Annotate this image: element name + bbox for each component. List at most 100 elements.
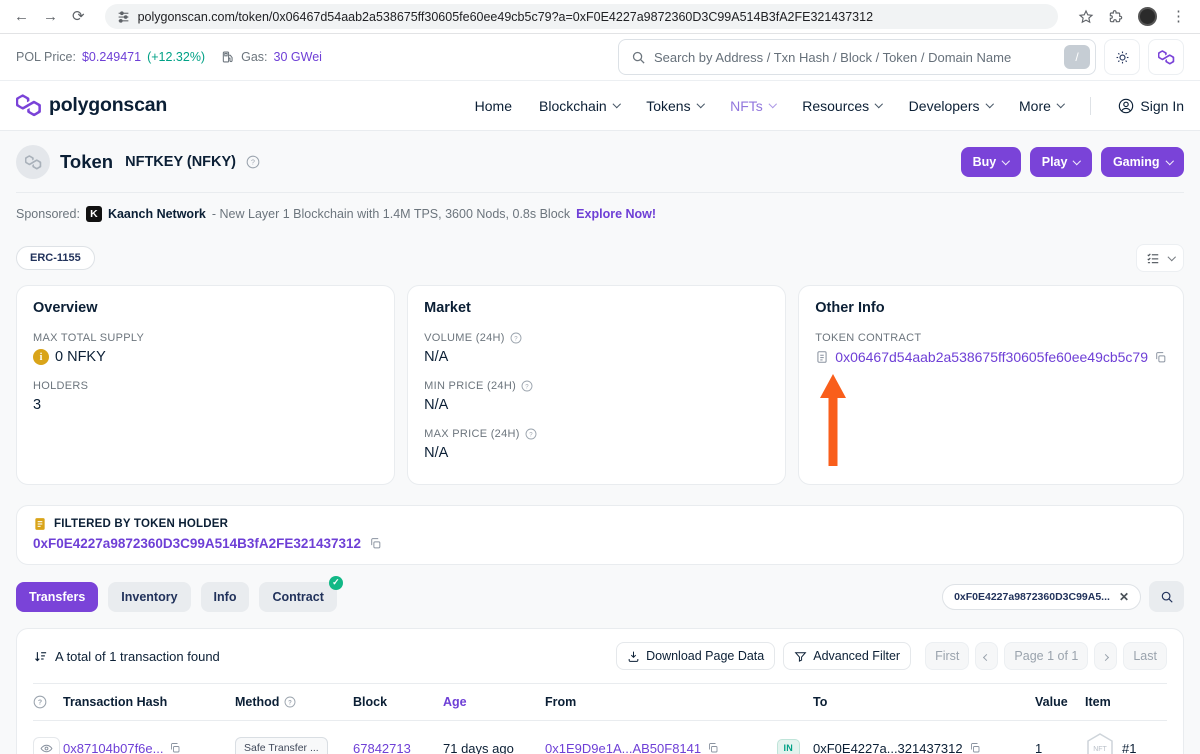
pagination-last[interactable]: Last [1123, 642, 1167, 670]
holder-filter-chip-text: 0xF0E4227a9872360D3C99A5... [954, 591, 1110, 603]
holders-label: HOLDERS [33, 380, 378, 392]
col-value: Value [1035, 695, 1085, 709]
age-value: 71 days ago [443, 741, 545, 754]
polygon-logo-icon [16, 94, 42, 117]
browser-menu-icon[interactable]: ⋮ [1171, 9, 1186, 24]
tab-contract[interactable]: Contract ✓ [259, 582, 336, 612]
nav-item-more[interactable]: More [1019, 98, 1063, 114]
method-badge[interactable]: Safe Transfer ... [235, 737, 328, 754]
search-input[interactable] [654, 50, 1056, 65]
card-options-button[interactable] [1136, 244, 1185, 272]
clear-filter-icon[interactable]: ✕ [1119, 591, 1129, 603]
play-button[interactable]: Play [1030, 147, 1092, 177]
txn-hash-link[interactable]: 0x87104b07f6e... [63, 741, 163, 754]
holder-address-link[interactable]: 0xF0E4227a9872360D3C99A514B3fA2FE3214373… [33, 536, 361, 551]
nft-placeholder-icon[interactable]: NFT [1085, 732, 1115, 754]
col-to: To [813, 695, 1035, 709]
table-summary: A total of 1 transaction found [55, 649, 220, 664]
filtered-by-holder-card: FILTERED BY TOKEN HOLDER 0xF0E4227a98723… [16, 505, 1184, 565]
token-header: Token NFTKEY (NFKY) ? Buy Play Gaming [16, 131, 1184, 193]
chevron-down-icon [1165, 157, 1173, 165]
download-page-data-button[interactable]: Download Page Data [616, 642, 775, 670]
tab-inventory[interactable]: Inventory [108, 582, 190, 612]
min-price-value: N/A [424, 397, 769, 413]
nav-item-tokens[interactable]: Tokens [646, 98, 703, 114]
copy-icon[interactable] [707, 742, 719, 754]
bookmark-star-icon[interactable] [1078, 9, 1094, 25]
warning-info-icon[interactable]: i [33, 349, 49, 365]
tab-info[interactable]: Info [201, 582, 250, 612]
nav-item-resources[interactable]: Resources [802, 98, 881, 114]
polygonscan-logo[interactable]: polygonscan [16, 94, 167, 117]
document-icon [815, 350, 829, 364]
copy-icon[interactable] [1154, 351, 1167, 364]
overview-card: Overview MAX TOTAL SUPPLY i 0 NFKY HOLDE… [16, 285, 395, 485]
token-standard-badge: ERC-1155 [16, 246, 95, 270]
pagination-next[interactable] [1094, 642, 1117, 670]
tooltip-question-icon[interactable]: ? [510, 332, 522, 344]
pagination-status: Page 1 of 1 [1004, 642, 1088, 670]
sign-in-button[interactable]: Sign In [1118, 98, 1184, 114]
copy-icon[interactable] [169, 742, 181, 754]
volume-label: VOLUME (24H) [424, 332, 505, 344]
token-contract-address-link[interactable]: 0x06467d54aab2a538675ff30605fe60ee49cb5c… [835, 349, 1148, 365]
tooltip-question-icon[interactable]: ? [525, 428, 537, 440]
gaming-button[interactable]: Gaming [1101, 147, 1184, 177]
nav-item-home[interactable]: Home [475, 98, 512, 114]
browser-profile-avatar[interactable] [1138, 7, 1157, 26]
chevron-down-icon [985, 100, 993, 108]
overview-title: Overview [33, 300, 378, 316]
from-address-link[interactable]: 0x1E9D9e1A...AB50F8141 [545, 741, 701, 754]
filter-funnel-icon [794, 650, 807, 663]
advanced-filter-button[interactable]: Advanced Filter [783, 642, 911, 670]
nav-item-nfts[interactable]: NFTs [730, 98, 775, 114]
theme-toggle-button[interactable] [1104, 39, 1140, 75]
transfers-table-card: A total of 1 transaction found Download … [16, 628, 1184, 754]
gas-value[interactable]: 30 GWei [274, 50, 322, 64]
nav-item-developers[interactable]: Developers [909, 98, 992, 114]
pol-price-value[interactable]: $0.249471 [82, 50, 141, 64]
network-switch-button[interactable] [1148, 39, 1184, 75]
preview-eye-button[interactable] [33, 737, 60, 754]
extensions-icon[interactable] [1108, 9, 1124, 25]
svg-text:?: ? [289, 700, 293, 706]
block-link[interactable]: 67842713 [353, 741, 443, 754]
copy-icon[interactable] [969, 742, 981, 754]
help-icon[interactable]: ? [246, 155, 260, 169]
search-icon [1160, 590, 1174, 604]
table-row: 0x87104b07f6e... Safe Transfer ... 67842… [33, 721, 1167, 754]
address-bar[interactable]: polygonscan.com/token/0x06467d54aab2a538… [105, 4, 1058, 29]
browser-back-icon[interactable]: ← [14, 9, 29, 24]
pagination-prev[interactable] [975, 642, 998, 670]
copy-icon[interactable] [369, 537, 382, 550]
tab-transfers[interactable]: Transfers [16, 582, 98, 612]
pagination-first[interactable]: First [925, 642, 969, 670]
pagination: First Page 1 of 1 Last [925, 642, 1167, 670]
help-icon[interactable]: ? [33, 695, 63, 709]
gas-label: Gas: [241, 50, 267, 64]
market-card: Market VOLUME (24H) ? N/A MIN PRICE (24H… [407, 285, 786, 485]
site-settings-icon[interactable] [117, 10, 130, 23]
token-name: NFTKEY (NFKY) [125, 154, 236, 170]
chevron-down-icon [1057, 100, 1065, 108]
tooltip-question-icon[interactable]: ? [284, 696, 296, 708]
browser-forward-icon[interactable]: → [43, 9, 58, 24]
col-age[interactable]: Age [443, 695, 545, 709]
advertiser-name[interactable]: Kaanch Network [108, 207, 206, 221]
sponsored-label: Sponsored: [16, 207, 80, 221]
direction-badge: IN [777, 739, 800, 754]
tooltip-question-icon[interactable]: ? [521, 380, 533, 392]
chevron-down-icon [696, 100, 704, 108]
browser-reload-icon[interactable]: ⟳ [72, 9, 85, 24]
table-search-button[interactable] [1149, 581, 1184, 612]
person-icon [1118, 98, 1134, 114]
item-id[interactable]: #1 [1122, 741, 1136, 754]
nav-item-blockchain[interactable]: Blockchain [539, 98, 619, 114]
buy-button[interactable]: Buy [961, 147, 1021, 177]
svg-text:?: ? [251, 160, 255, 167]
max-price-label: MAX PRICE (24H) [424, 428, 520, 440]
sponsored-cta-link[interactable]: Explore Now! [576, 207, 656, 221]
sort-icon[interactable] [33, 649, 48, 664]
brand-text: polygonscan [49, 94, 167, 117]
filtered-label: FILTERED BY TOKEN HOLDER [54, 518, 228, 530]
